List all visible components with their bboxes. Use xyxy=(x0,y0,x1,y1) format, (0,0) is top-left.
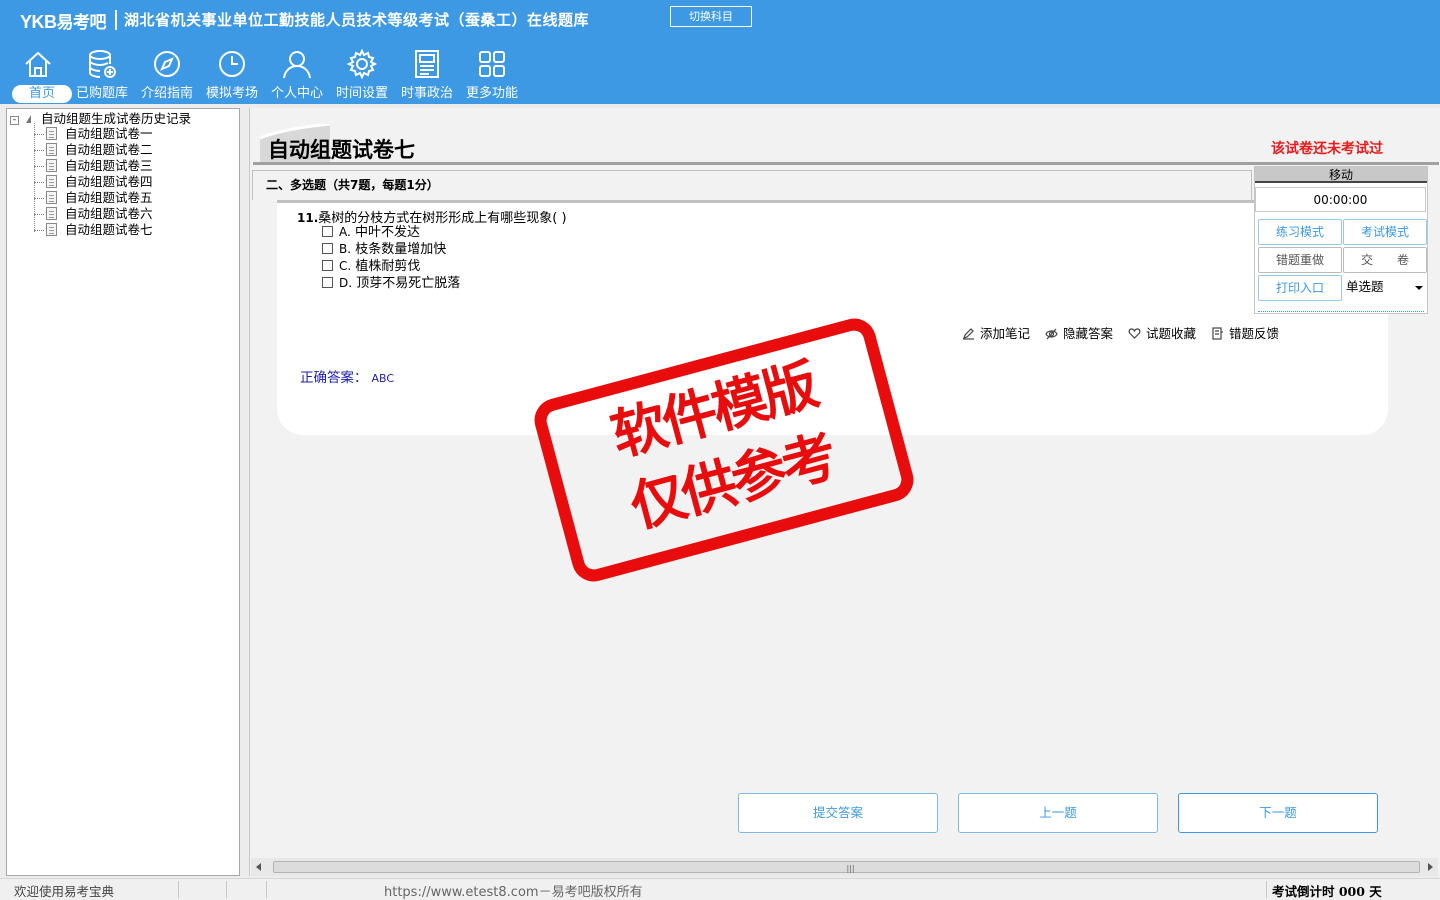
nav-label: 时间设置 xyxy=(335,86,388,101)
tree-root[interactable]: - 自动组题生成试卷历史记录 xyxy=(10,111,191,127)
section-header: 二、多选题（共7题，每题1分） xyxy=(266,178,439,192)
question-card xyxy=(277,200,1388,435)
grid-icon xyxy=(479,51,505,77)
timer-display: 00:00:00 xyxy=(1255,187,1426,212)
correct-answer: 正确答案： ABC xyxy=(300,370,395,386)
add-note-button[interactable]: 添加笔记 xyxy=(962,326,1030,342)
scroll-left-icon[interactable] xyxy=(256,863,261,871)
move-handle[interactable]: 移动 xyxy=(1255,167,1427,183)
nav-label: 时事政治 xyxy=(400,86,453,101)
user-icon xyxy=(283,51,311,79)
document-icon xyxy=(46,207,57,220)
exam-countdown: 考试倒计时 000 天 xyxy=(1272,884,1382,899)
document-icon xyxy=(46,191,57,204)
app-title: 湖北省机关事业单位工勤技能人员技术等级考试（蚕桑工）在线题库 xyxy=(124,11,590,29)
brand-logo: YKB易考吧 xyxy=(20,12,107,33)
switch-subject-button[interactable]: 切换科目 xyxy=(670,6,752,27)
nav-guide[interactable]: 介绍指南 xyxy=(135,44,199,104)
option-checkbox[interactable] xyxy=(322,243,333,254)
print-entry-button[interactable]: 打印入口 xyxy=(1258,275,1342,301)
submit-answer-button[interactable]: 提交答案 xyxy=(738,793,938,833)
hand-in-button[interactable]: 交 卷 xyxy=(1343,247,1427,273)
nav-label: 个人中心 xyxy=(270,86,323,101)
top-banner: YKB易考吧 湖北省机关事业单位工勤技能人员技术等级考试（蚕桑工）在线题库 切换… xyxy=(0,0,1440,104)
nav-current-affairs[interactable]: 时事政治 xyxy=(395,44,459,104)
pencil-icon xyxy=(963,328,974,340)
document-icon xyxy=(46,127,57,140)
nav-label: 介绍指南 xyxy=(140,86,193,101)
title-divider xyxy=(115,10,117,30)
feedback-icon xyxy=(1212,327,1223,340)
nav-label: 更多功能 xyxy=(465,86,518,101)
option-b[interactable]: B. 枝条数量增加快 xyxy=(322,241,446,258)
tree-item[interactable]: 自动组题试卷四 xyxy=(46,174,153,190)
option-checkbox[interactable] xyxy=(322,226,333,237)
option-checkbox[interactable] xyxy=(322,277,333,288)
dropdown-arrow-icon xyxy=(1415,286,1423,290)
scroll-right-icon[interactable] xyxy=(1428,863,1433,871)
nav-home[interactable]: 首页 xyxy=(6,44,72,104)
practice-mode-button[interactable]: 练习模式 xyxy=(1258,219,1342,245)
nav-personal-center[interactable]: 个人中心 xyxy=(265,44,329,104)
nav-mock-exam[interactable]: 模拟考场 xyxy=(200,44,264,104)
option-checkbox[interactable] xyxy=(322,260,333,271)
exam-mode-button[interactable]: 考试模式 xyxy=(1343,219,1427,245)
report-error-button[interactable]: 错题反馈 xyxy=(1211,326,1279,342)
paper-history-tree[interactable]: - 自动组题生成试卷历史记录 自动组题试卷一 自动组题试卷二 自动组题试卷三 自… xyxy=(6,108,240,876)
eye-slash-icon xyxy=(1045,328,1058,340)
correct-answer-value: ABC xyxy=(371,372,395,385)
tree-item[interactable]: 自动组题试卷三 xyxy=(46,158,153,174)
previous-question-button[interactable]: 上一题 xyxy=(958,793,1158,833)
tree-item[interactable]: 自动组题试卷六 xyxy=(46,206,153,222)
status-bar: 欢迎使用易考宝典 https://www.etest8.com－易考吧版权所有 … xyxy=(0,878,1440,900)
tree-arrow-icon xyxy=(25,115,31,123)
heart-icon xyxy=(1128,328,1141,339)
database-icon xyxy=(89,50,116,78)
tree-root-label: 自动组题生成试卷历史记录 xyxy=(40,111,191,126)
tree-item[interactable]: 自动组题试卷一 xyxy=(46,126,153,142)
paper-title: 自动组题试卷七 xyxy=(268,137,415,162)
welcome-text: 欢迎使用易考宝典 xyxy=(14,884,115,899)
option-a[interactable]: A. 中叶不发达 xyxy=(322,224,420,241)
tree-item-selected[interactable]: 自动组题试卷七 xyxy=(46,222,153,238)
option-c[interactable]: C. 植株耐剪伐 xyxy=(322,258,420,275)
newspaper-icon xyxy=(415,50,439,78)
home-icon xyxy=(25,51,51,77)
redo-wrong-button[interactable]: 错题重做 xyxy=(1258,247,1342,273)
nav-label: 已购题库 xyxy=(75,86,128,101)
panel-scroll-indicator xyxy=(1258,311,1424,314)
tree-item[interactable]: 自动组题试卷五 xyxy=(46,190,153,206)
compass-icon xyxy=(154,51,180,77)
nav-label: 首页 xyxy=(12,85,72,103)
gear-icon xyxy=(346,48,378,80)
document-icon xyxy=(46,143,57,156)
copyright-url: https://www.etest8.com－易考吧版权所有 xyxy=(384,885,643,900)
nav-label: 模拟考场 xyxy=(205,86,258,101)
nav-time-settings[interactable]: 时间设置 xyxy=(330,44,394,104)
question-type-select[interactable]: 单选题 xyxy=(1343,275,1427,301)
option-d[interactable]: D. 顶芽不易死亡脱落 xyxy=(322,275,460,292)
scroll-thumb[interactable]: ||| xyxy=(273,861,1420,873)
grip-icon: ||| xyxy=(846,864,855,873)
tree-item[interactable]: 自动组题试卷二 xyxy=(46,142,153,158)
nav-more-functions[interactable]: 更多功能 xyxy=(460,44,524,104)
nav-purchased-banks[interactable]: 已购题库 xyxy=(70,44,134,104)
document-icon xyxy=(46,159,57,172)
exam-status-note: 该试卷还未考试过 xyxy=(1271,141,1383,157)
hide-answer-button[interactable]: 隐藏答案 xyxy=(1045,326,1113,342)
collapse-icon[interactable]: - xyxy=(10,116,19,125)
horizontal-scrollbar[interactable]: ||| xyxy=(251,858,1438,876)
next-question-button[interactable]: 下一题 xyxy=(1178,793,1378,833)
document-location-icon xyxy=(46,223,57,236)
document-icon xyxy=(46,175,57,188)
title-divider-line xyxy=(253,162,1439,165)
clock-icon xyxy=(219,51,245,77)
favorite-question-button[interactable]: 试题收藏 xyxy=(1128,326,1196,342)
